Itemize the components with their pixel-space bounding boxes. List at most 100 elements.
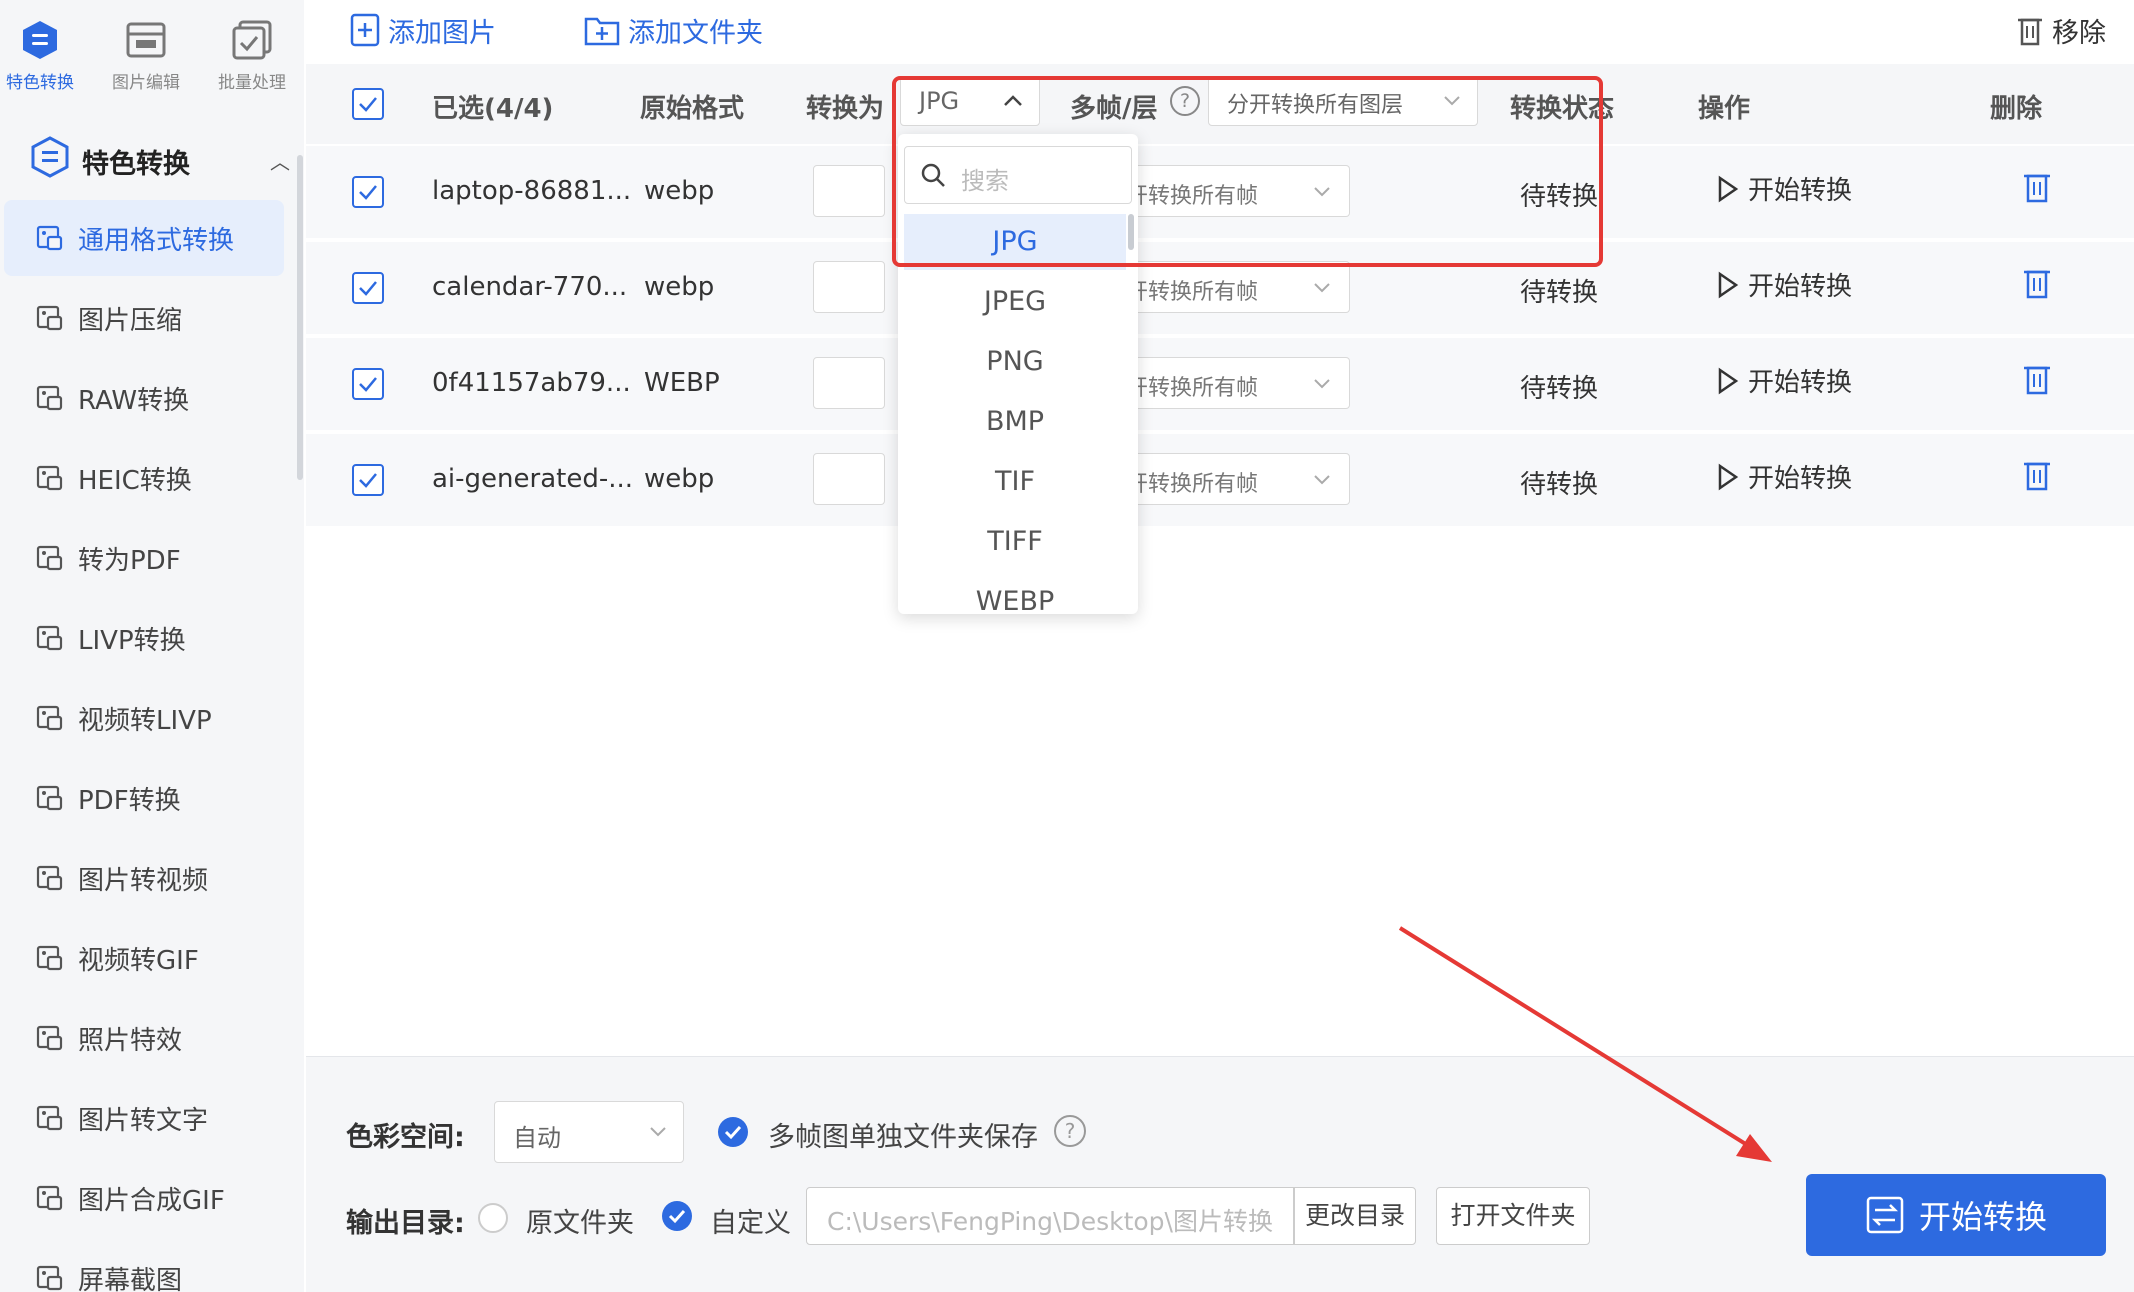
sidebar-item[interactable]: RAW转换	[4, 360, 284, 436]
sidebar-item-label: 视频转LIVP	[78, 706, 212, 736]
sidebar-item-label: 图片转文字	[78, 1106, 209, 1136]
sidebar-item[interactable]: 图片压缩	[4, 280, 284, 356]
row-checkbox[interactable]	[352, 176, 384, 208]
row-start-convert-button[interactable]: 开始转换	[1716, 458, 1852, 495]
topnav-feature-convert[interactable]: 特色转换	[0, 12, 90, 100]
sidebar-item[interactable]: PDF转换	[4, 760, 284, 836]
check-icon	[668, 1209, 686, 1224]
livp-convert-icon	[36, 625, 63, 651]
help-icon[interactable]: ?	[1054, 1115, 1086, 1147]
section-title: 特色转换	[82, 149, 190, 180]
add-image-button[interactable]: 添加图片	[350, 10, 496, 50]
heic-convert-icon	[36, 465, 63, 491]
output-path-input[interactable]: C:\Users\FengPing\Desktop\图片转换	[806, 1187, 1294, 1245]
sidebar-item-label: 照片特效	[78, 1026, 183, 1056]
dropdown-option[interactable]: BMP	[904, 394, 1126, 450]
sidebar-item[interactable]: 通用格式转换	[4, 200, 284, 276]
sidebar-item[interactable]: LIVP转换	[4, 600, 284, 676]
row-start-convert-button[interactable]: 开始转换	[1716, 170, 1852, 207]
row-convert-select[interactable]	[813, 261, 885, 313]
chevron-up-icon[interactable]: ︿	[270, 146, 290, 175]
convert-icon	[1866, 1196, 1904, 1234]
dropdown-option[interactable]: PNG	[904, 334, 1126, 390]
file-name: laptop-86881...	[432, 176, 632, 206]
row-frames-select[interactable]: 开转换所有帧	[1126, 453, 1350, 505]
sidebar-item[interactable]: HEIC转换	[4, 440, 284, 516]
topnav-batch-process[interactable]: 批量处理	[202, 12, 302, 100]
image-edit-icon	[126, 22, 166, 58]
sidebar-item-label: 转为PDF	[78, 546, 181, 576]
check-icon	[359, 97, 377, 112]
custom-radio[interactable]	[662, 1201, 692, 1231]
table-row: 0f41157ab79... WEBP 开转换所有帧 待转换 开始转换	[306, 338, 2134, 430]
row-start-convert-label: 开始转换	[1748, 368, 1853, 398]
trash-icon	[2024, 270, 2050, 299]
row-start-convert-button[interactable]: 开始转换	[1716, 266, 1852, 303]
dropdown-option[interactable]: TIF	[904, 454, 1126, 510]
sidebar-item[interactable]: 屏幕截图	[4, 1240, 284, 1292]
selected-count: 已选(4/4)	[432, 94, 554, 124]
change-dir-button[interactable]: 更改目录	[1294, 1187, 1416, 1245]
row-checkbox[interactable]	[352, 272, 384, 304]
check-icon	[359, 185, 377, 200]
row-frames-value: 开转换所有帧	[1126, 472, 1259, 497]
row-start-convert-label: 开始转换	[1748, 272, 1853, 302]
trash-icon	[2018, 18, 2042, 46]
row-convert-select[interactable]	[813, 357, 885, 409]
topnav-label: 特色转换	[6, 73, 74, 93]
dropdown-option[interactable]: JPEG	[904, 274, 1126, 330]
sidebar-item[interactable]: 图片转文字	[4, 1080, 284, 1156]
dropdown-option[interactable]: WEBP	[904, 574, 1126, 614]
row-checkbox[interactable]	[352, 464, 384, 496]
col-original-format: 原始格式	[640, 94, 745, 124]
convert-status: 待转换	[1520, 278, 1599, 308]
dropdown-option[interactable]: TIFF	[904, 514, 1126, 570]
row-delete-button[interactable]	[2022, 458, 2052, 496]
sidebar-item[interactable]: 图片合成GIF	[4, 1160, 284, 1236]
file-name: ai-generated-...	[432, 464, 634, 494]
add-folder-button[interactable]: 添加文件夹	[584, 10, 763, 50]
original-folder-radio[interactable]	[478, 1203, 508, 1233]
original-folder-label: 原文件夹	[526, 1208, 634, 1239]
row-checkbox[interactable]	[352, 368, 384, 400]
original-format: webp	[644, 176, 715, 206]
image-compress-icon	[36, 305, 63, 331]
row-start-convert-button[interactable]: 开始转换	[1716, 362, 1852, 399]
row-convert-select[interactable]	[813, 453, 885, 505]
play-icon	[1718, 463, 1739, 490]
select-all-checkbox[interactable]	[352, 88, 384, 120]
sidebar-item[interactable]: 转为PDF	[4, 520, 284, 596]
multi-frame-checkbox[interactable]	[718, 1117, 748, 1147]
output-dir-label: 输出目录:	[346, 1208, 465, 1239]
raw-convert-icon	[36, 385, 63, 411]
start-convert-label: 开始转换	[1918, 1198, 2047, 1236]
row-convert-select[interactable]	[813, 165, 885, 217]
row-delete-button[interactable]	[2022, 266, 2052, 304]
format-convert-icon	[36, 225, 63, 251]
sidebar-item[interactable]: 视频转LIVP	[4, 680, 284, 756]
image-to-video-icon	[36, 865, 63, 891]
start-convert-button[interactable]: 开始转换	[1806, 1174, 2106, 1256]
remove-button[interactable]: 移除	[2016, 10, 2106, 50]
check-icon	[724, 1125, 742, 1140]
row-frames-select[interactable]: 开转换所有帧	[1126, 261, 1350, 313]
sidebar-item[interactable]: 照片特效	[4, 1000, 284, 1076]
row-frames-select[interactable]: 开转换所有帧	[1126, 357, 1350, 409]
sidebar-scrollbar[interactable]	[297, 155, 303, 480]
trash-icon	[2024, 174, 2050, 203]
col-convert-to: 转换为	[806, 94, 885, 124]
sidebar-item[interactable]: 视频转GIF	[4, 920, 284, 996]
trash-icon	[2024, 462, 2050, 491]
sidebar-item-label: 屏幕截图	[78, 1266, 183, 1292]
sidebar-item[interactable]: 图片转视频	[4, 840, 284, 916]
row-delete-button[interactable]	[2022, 362, 2052, 400]
sidebar-item-label: 视频转GIF	[78, 946, 199, 976]
app-window: 特色转换 图片编辑 批量处理 特色转换 ︿ 通用格式转换 图片压缩 RAW转换 …	[0, 0, 2134, 1292]
row-delete-button[interactable]	[2022, 170, 2052, 208]
color-space-select[interactable]: 自动	[494, 1101, 684, 1163]
section-header[interactable]: 特色转换 ︿	[30, 136, 290, 180]
open-folder-button[interactable]: 打开文件夹	[1436, 1187, 1590, 1245]
topnav-image-edit[interactable]: 图片编辑	[96, 12, 196, 100]
color-space-value: 自动	[513, 1124, 561, 1152]
table-row: ai-generated-... webp 开转换所有帧 待转换 开始转换	[306, 434, 2134, 526]
